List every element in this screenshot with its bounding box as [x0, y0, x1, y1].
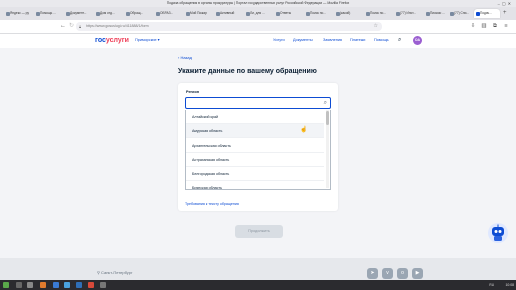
- favicon-icon: [65, 11, 70, 16]
- lock-icon: 🔒︎: [79, 24, 82, 29]
- favicon-icon: [275, 11, 280, 16]
- browser-tab[interactable]: Ответы: [274, 9, 304, 18]
- tab-bar: Яндекс — ру Помощь ... Документ... Дом о…: [0, 7, 516, 20]
- start-menu-icon[interactable]: [3, 282, 9, 288]
- favicon-icon: [35, 11, 40, 16]
- region-option[interactable]: Белгородская область: [186, 167, 324, 181]
- window-controls[interactable]: –▢✕: [498, 1, 513, 6]
- menu-help[interactable]: Помощь: [374, 37, 389, 44]
- region-dropdown[interactable]: Алтайский край Амурская область Архангел…: [185, 110, 331, 190]
- favicon-icon: [5, 11, 10, 16]
- os-taskbar: RU 10:08: [0, 280, 516, 290]
- bookmark-star-icon[interactable]: ☆: [374, 22, 378, 31]
- footer-location[interactable]: ⚲ Санкт-Петербург: [97, 270, 132, 276]
- region-selector[interactable]: Приморские ▾: [135, 37, 160, 44]
- favicon-icon: [365, 11, 370, 16]
- menu-applications[interactable]: Заявления: [323, 37, 342, 44]
- vk-icon[interactable]: v: [382, 268, 393, 279]
- menu-payments[interactable]: Платежи: [350, 37, 365, 44]
- firefox-icon[interactable]: [40, 282, 46, 288]
- url-text: https://www.gosuslugi.ru/411888/1/form: [86, 24, 149, 28]
- clock: 10:08: [505, 283, 515, 287]
- video-icon[interactable]: ▶: [412, 268, 423, 279]
- window-title: Подача обращения в органы прокуратуры | …: [166, 1, 350, 5]
- pdf-icon[interactable]: [88, 282, 94, 288]
- odnoklassniki-icon[interactable]: o: [397, 268, 408, 279]
- browser-tab[interactable]: (77) Инст...: [394, 9, 424, 18]
- favicon-icon: [215, 11, 220, 16]
- favicon-icon: [395, 11, 400, 16]
- continue-button[interactable]: Продолжить: [235, 225, 283, 238]
- browser-tab[interactable]: Помощь ...: [34, 9, 64, 18]
- site-header: госуслуги Приморские ▾ Услуги Документы …: [0, 34, 516, 48]
- browser-tab[interactable]: (какой): [334, 9, 364, 18]
- window-titlebar: Подача обращения в органы прокуратуры | …: [0, 0, 516, 7]
- browser-tab[interactable]: (77) Спи...: [448, 9, 474, 18]
- reload-icon[interactable]: ↻: [69, 22, 74, 31]
- browser-tab[interactable]: Дом отд...: [94, 9, 124, 18]
- dropdown-scrollbar-thumb[interactable]: [326, 111, 329, 125]
- new-tab-icon[interactable]: +: [503, 9, 507, 18]
- settings-icon[interactable]: [100, 282, 106, 288]
- favicon-icon: [449, 11, 454, 16]
- page-title: Укажите данные по вашему обращению: [178, 68, 317, 75]
- favicon-icon: [305, 11, 310, 16]
- menu-hamburger-icon[interactable]: ≡: [503, 23, 509, 29]
- favicon-icon: [245, 11, 250, 16]
- browser-tab[interactable]: Мой Пожар: [184, 9, 214, 18]
- region-option[interactable]: Архангельская область: [186, 139, 324, 153]
- menu-documents[interactable]: Документы: [293, 37, 313, 44]
- mouse-cursor-icon: ☝: [300, 127, 308, 133]
- favicon-icon: [185, 11, 190, 16]
- extensions-icon[interactable]: ⧉: [492, 23, 498, 29]
- region-label: Регион: [186, 90, 200, 94]
- region-option[interactable]: Брянская область: [186, 181, 324, 189]
- library-icon[interactable]: ▥: [481, 23, 487, 29]
- browser-tab[interactable]: Поиск по...: [364, 9, 394, 18]
- search-icon: ⌕: [323, 100, 327, 106]
- download-icon[interactable]: ⇩: [470, 23, 476, 29]
- browser-tab[interactable]: Яндекс — ру: [4, 9, 34, 18]
- browser-tab[interactable]: Обращ...: [124, 9, 154, 18]
- keyboard-language[interactable]: RU: [489, 281, 494, 289]
- favicon-icon: [475, 11, 480, 16]
- favicon-icon: [425, 11, 430, 16]
- robot-assistant-icon[interactable]: [487, 222, 509, 244]
- favicon-icon: [155, 11, 160, 16]
- site-footer: [0, 258, 516, 280]
- url-bar[interactable]: 🔒︎ https://www.gosuslugi.ru/411888/1/for…: [76, 22, 382, 31]
- files-icon[interactable]: [53, 282, 59, 288]
- region-option[interactable]: Алтайский край: [186, 110, 324, 124]
- favicon-icon: [335, 11, 340, 16]
- back-arrow-icon[interactable]: ←: [60, 22, 66, 31]
- region-option[interactable]: Астраханская область: [186, 153, 324, 167]
- search-icon[interactable]: ⌕: [398, 37, 401, 44]
- menu-services[interactable]: Услуги: [273, 37, 285, 44]
- browser-tab[interactable]: Документ...: [64, 9, 94, 18]
- browser-navbar: ← ↻ 🔒︎ https://www.gosuslugi.ru/411888/1…: [0, 20, 516, 34]
- desktop-icon[interactable]: [16, 282, 22, 288]
- telegram-icon[interactable]: ➤: [367, 268, 378, 279]
- requirements-link[interactable]: Требования к тексту обращения: [185, 201, 239, 207]
- browser-tab[interactable]: ОБРАЗ...: [154, 9, 184, 18]
- back-link[interactable]: ‹ Назад: [178, 55, 192, 61]
- browser-tab[interactable]: Ли, для ...: [244, 9, 274, 18]
- skype-icon[interactable]: [64, 282, 70, 288]
- gosuslugi-logo[interactable]: госуслуги: [95, 36, 129, 45]
- region-search-input[interactable]: ⌕: [185, 97, 331, 109]
- favicon-icon: [125, 11, 130, 16]
- browser-tab[interactable]: Поиск по...: [304, 9, 334, 18]
- writer-icon[interactable]: [76, 282, 82, 288]
- favicon-icon: [95, 11, 100, 16]
- avatar[interactable]: ОА: [413, 36, 422, 45]
- browser-tab[interactable]: Активный: [214, 9, 244, 18]
- terminal-icon[interactable]: [27, 282, 33, 288]
- browser-tab-active[interactable]: Подач...: [474, 9, 500, 18]
